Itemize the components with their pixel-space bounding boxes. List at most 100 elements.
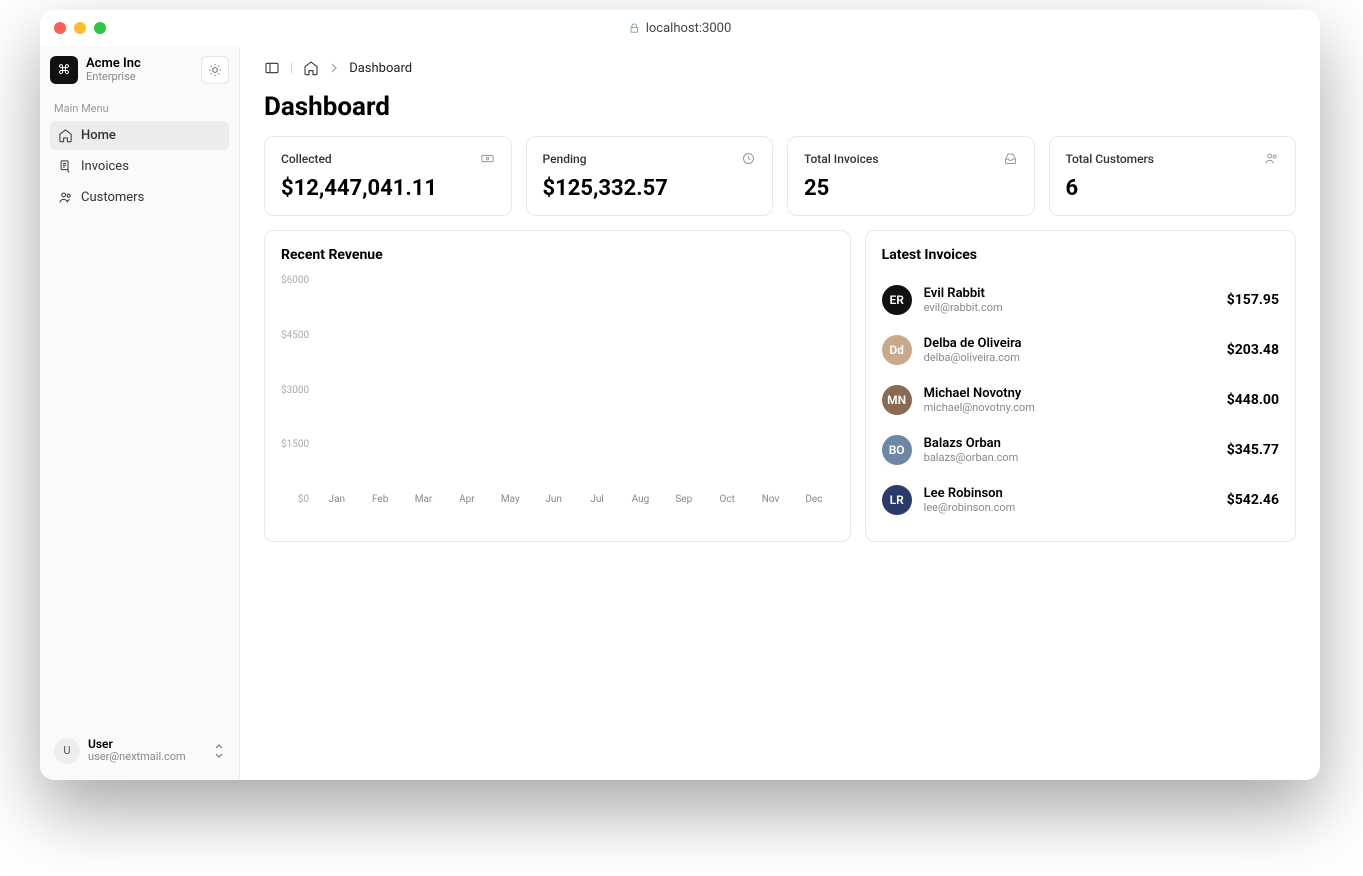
invoice-row[interactable]: LR Lee Robinsonlee@robinson.com $542.46: [882, 475, 1279, 525]
breadcrumb-current: Dashboard: [349, 61, 412, 76]
invoice-amount: $448.00: [1227, 392, 1279, 408]
sidebar-item-home[interactable]: Home: [50, 121, 229, 150]
chart-bar-column: Sep: [668, 488, 699, 505]
chart-x-label: May: [501, 494, 520, 505]
inbox-icon: [1003, 151, 1018, 166]
invoice-avatar: Dd: [882, 335, 912, 365]
revenue-chart: $6000 $4500 $3000 $1500 $0 Jan Feb Mar Apr May Ju…: [281, 275, 834, 505]
invoice-row[interactable]: MNMichael Novotnymichael@novotny.com$448…: [882, 375, 1279, 425]
invoice-name: Lee Robinson: [924, 486, 1016, 502]
kpi-cards: Collected $12,447,041.11 Pending $125,33…: [264, 136, 1296, 216]
invoice-amount: $345.77: [1227, 442, 1279, 458]
chart-bar-column: Oct: [711, 488, 742, 505]
chart-bar-column: Jun: [538, 488, 569, 505]
chart-x-label: Apr: [459, 494, 475, 505]
card-label: Total Customers: [1066, 152, 1154, 166]
invoice-list: EREvil Rabbitevil@rabbit.com$157.95DdDel…: [882, 275, 1279, 525]
browser-window: localhost:3000 ⌘ Acme Inc Enterprise Mai…: [40, 10, 1320, 780]
breadcrumb-home-icon[interactable]: [303, 60, 319, 76]
invoice-row[interactable]: DdDelba de Oliveiradelba@oliveira.com$20…: [882, 325, 1279, 375]
invoice-row[interactable]: EREvil Rabbitevil@rabbit.com$157.95: [882, 275, 1279, 325]
sidebar-item-label: Customers: [81, 190, 144, 205]
sidebar-item-customers[interactable]: Customers: [50, 183, 229, 212]
sidebar-toggle-button[interactable]: [264, 60, 280, 76]
chart-x-label: Jul: [590, 494, 603, 505]
user-email: user@nextmail.com: [88, 751, 186, 764]
chart-bar-column: Dec: [798, 488, 829, 505]
invoice-name: Balazs Orban: [924, 436, 1019, 452]
close-window-button[interactable]: [54, 22, 66, 34]
invoice-avatar: LR: [882, 485, 912, 515]
page-title: Dashboard: [264, 92, 1296, 122]
traffic-lights: [54, 22, 106, 34]
chart-x-label: Mar: [415, 494, 433, 505]
theme-toggle-button[interactable]: [201, 56, 229, 84]
banknote-icon: [480, 151, 495, 166]
minimize-window-button[interactable]: [74, 22, 86, 34]
chart-bar-column: Jan: [321, 488, 352, 505]
chart-bar-column: Apr: [451, 488, 482, 505]
users-icon: [58, 190, 73, 205]
card-value: 25: [804, 176, 1018, 201]
main-nav: Home Invoices Customers: [50, 121, 229, 212]
invoice-amount: $542.46: [1227, 492, 1279, 508]
address-bar[interactable]: localhost:3000: [629, 21, 732, 36]
chart-x-label: Oct: [719, 494, 734, 505]
org-switcher[interactable]: ⌘ Acme Inc Enterprise: [50, 56, 229, 84]
maximize-window-button[interactable]: [94, 22, 106, 34]
chevron-right-icon: [329, 63, 339, 73]
chart-x-label: Jan: [329, 494, 345, 505]
org-name: Acme Inc: [86, 57, 141, 71]
card-collected: Collected $12,447,041.11: [264, 136, 512, 216]
sidebar-item-invoices[interactable]: Invoices: [50, 152, 229, 181]
chart-y-tick: $0: [298, 494, 309, 505]
lock-icon: [629, 23, 640, 34]
card-total-invoices: Total Invoices 25: [787, 136, 1035, 216]
topbar: | Dashboard: [264, 60, 1296, 76]
invoice-email: delba@oliveira.com: [924, 351, 1022, 364]
chart-y-tick: $6000: [281, 275, 309, 286]
chart-x-label: Nov: [762, 494, 780, 505]
card-pending: Pending $125,332.57: [526, 136, 774, 216]
invoice-avatar: MN: [882, 385, 912, 415]
user-menu[interactable]: U User user@nextmail.com: [50, 732, 229, 770]
file-stack-icon: [58, 159, 73, 174]
chart-x-label: Aug: [632, 494, 650, 505]
chart-y-tick: $4500: [281, 330, 309, 341]
invoice-name: Evil Rabbit: [924, 286, 1003, 302]
card-value: $12,447,041.11: [281, 176, 495, 201]
panel-title: Recent Revenue: [281, 247, 834, 263]
chart-y-tick: $1500: [281, 439, 309, 450]
chart-y-axis: $6000 $4500 $3000 $1500 $0: [281, 275, 317, 505]
card-value: 6: [1066, 176, 1280, 201]
panel-title: Latest Invoices: [882, 247, 1279, 263]
chart-x-label: Jun: [545, 494, 562, 505]
panel-recent-revenue: Recent Revenue $6000 $4500 $3000 $1500 $0 Ja…: [264, 230, 851, 542]
divider: |: [290, 61, 293, 76]
invoice-email: michael@novotny.com: [924, 401, 1035, 414]
users-icon: [1264, 151, 1279, 166]
card-label: Total Invoices: [804, 152, 879, 166]
card-label: Pending: [543, 152, 587, 166]
chart-bar-column: May: [495, 488, 526, 505]
chevrons-up-down-icon: [213, 743, 225, 759]
panel-latest-invoices: Latest Invoices EREvil Rabbitevil@rabbit…: [865, 230, 1296, 542]
chart-y-tick: $3000: [281, 385, 309, 396]
invoice-email: lee@robinson.com: [924, 501, 1016, 514]
org-plan: Enterprise: [86, 71, 141, 83]
invoice-row[interactable]: BOBalazs Orbanbalazs@orban.com$345.77: [882, 425, 1279, 475]
url-text: localhost:3000: [646, 21, 732, 36]
org-logo: ⌘: [50, 56, 78, 84]
invoice-email: evil@rabbit.com: [924, 301, 1003, 314]
sidebar-item-label: Home: [81, 128, 116, 143]
chart-x-label: Dec: [805, 494, 822, 505]
invoice-name: Delba de Oliveira: [924, 336, 1022, 352]
chart-x-label: Sep: [675, 494, 692, 505]
main-content: | Dashboard Dashboard Collected $12,447,…: [240, 46, 1320, 780]
chart-x-label: Feb: [372, 494, 388, 505]
card-value: $125,332.57: [543, 176, 757, 201]
user-name: User: [88, 738, 186, 752]
chart-bar-column: Mar: [408, 488, 439, 505]
home-icon: [58, 128, 73, 143]
invoice-amount: $157.95: [1227, 292, 1279, 308]
